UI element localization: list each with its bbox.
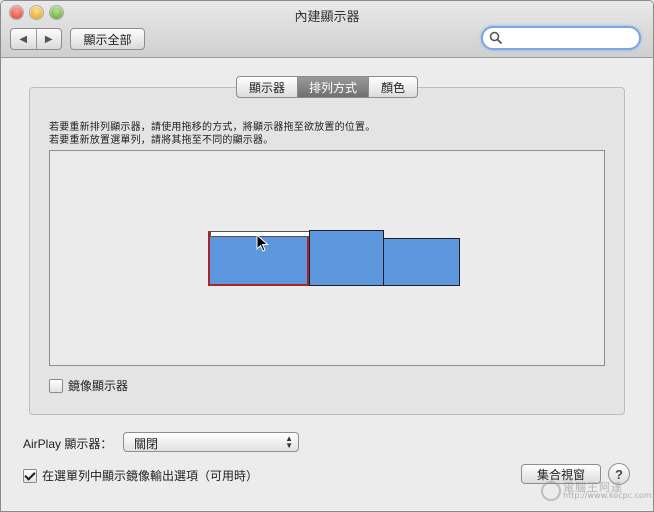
window-title: 內建顯示器 <box>294 9 360 24</box>
show-mirroring-checkbox[interactable] <box>23 468 37 483</box>
tab-color[interactable]: 顏色 <box>368 77 417 97</box>
arrow-cursor-icon <box>256 234 269 252</box>
back-button[interactable]: ◀ <box>11 29 37 49</box>
watermark-logo-icon <box>541 481 561 501</box>
display-arrangement-area[interactable] <box>49 150 605 366</box>
tab-arrangement[interactable]: 排列方式 <box>297 77 368 97</box>
watermark-url: http://www.kocpc.com.tw <box>563 491 654 500</box>
popup-arrows-icon: ▲ ▼ <box>285 434 293 450</box>
airplay-popup[interactable]: 關閉 ▲ ▼ <box>123 432 299 452</box>
show-mirroring-in-menubar-option[interactable]: 在選單列中顯示鏡像輸出選項（可用時） <box>23 467 258 484</box>
display-2[interactable] <box>309 230 384 286</box>
show-mirroring-label: 在選單列中顯示鏡像輸出選項（可用時） <box>42 469 259 483</box>
search-field[interactable] <box>481 26 641 50</box>
watermark: 電腦王阿達 http://www.kocpc.com.tw <box>541 479 653 505</box>
instruction-text: 若要重新放置選單列，請將其拖至不同的顯示器。 <box>49 135 274 146</box>
display-3[interactable] <box>383 238 460 286</box>
back-forward-control: ◀ ▶ <box>10 28 62 50</box>
show-all-button[interactable]: 顯示全部 <box>70 28 145 50</box>
search-icon <box>489 31 503 45</box>
mirror-displays-label: 鏡像顯示器 <box>68 379 129 393</box>
title-bar: 內建顯示器 ◀ ▶ 顯示全部 <box>1 1 653 58</box>
airplay-value: 關閉 <box>134 437 159 451</box>
tab-bar: 顯示器 排列方式 顏色 <box>236 76 418 98</box>
forward-button[interactable]: ▶ <box>37 29 62 49</box>
mirror-displays-checkbox[interactable] <box>49 378 63 393</box>
system-preferences-window: 內建顯示器 ◀ ▶ 顯示全部 顯示器 排列方式 顏色 若要重新排列顯示器，請使用… <box>0 0 654 512</box>
tab-display[interactable]: 顯示器 <box>237 77 297 97</box>
airplay-label: AirPlay 顯示器： <box>23 437 113 451</box>
mirror-displays-option[interactable]: 鏡像顯示器 <box>49 377 128 394</box>
